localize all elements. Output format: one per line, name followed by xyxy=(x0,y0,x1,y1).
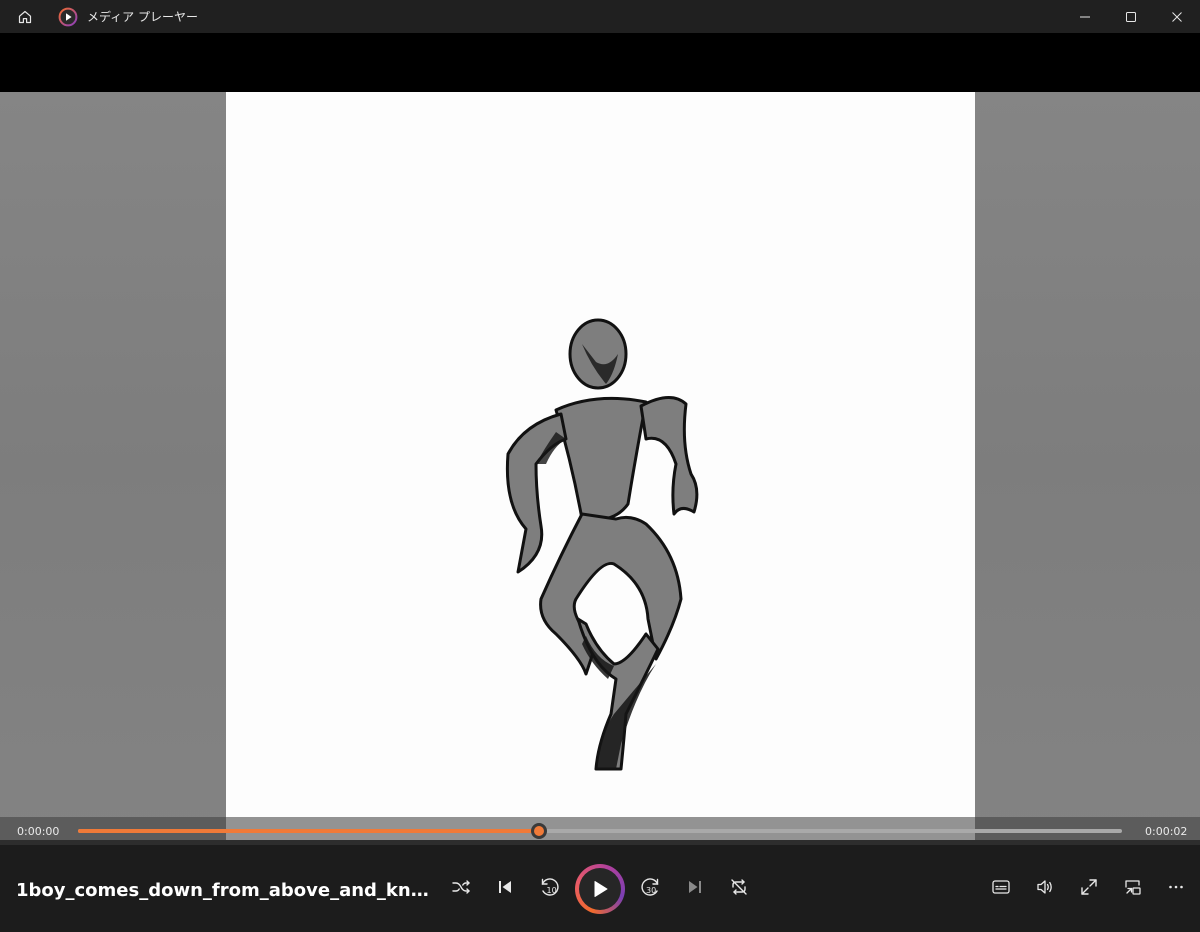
shuffle-button[interactable] xyxy=(441,867,481,907)
video-frame xyxy=(226,92,975,840)
video-viewport[interactable] xyxy=(0,33,1200,840)
minimize-icon xyxy=(1080,16,1090,17)
svg-text:30: 30 xyxy=(646,886,656,895)
media-title: 1boy_comes_down_from_above_and_kneels... xyxy=(16,880,431,901)
forward-30-icon: 30 xyxy=(641,878,659,896)
next-icon xyxy=(689,881,701,893)
more-options-button[interactable] xyxy=(1156,867,1196,907)
close-button[interactable] xyxy=(1154,0,1200,33)
captions-icon xyxy=(992,880,1010,894)
volume-icon xyxy=(1037,880,1052,894)
next-button[interactable] xyxy=(675,867,715,907)
app-title: メディア プレーヤー xyxy=(87,10,198,24)
previous-button[interactable] xyxy=(485,867,525,907)
video-backdrop-left xyxy=(0,92,226,840)
captions-button[interactable] xyxy=(981,867,1021,907)
transport-controls: 1boy_comes_down_from_above_and_kneels...… xyxy=(0,845,1200,932)
close-icon xyxy=(1172,11,1182,22)
home-icon xyxy=(18,10,32,23)
play-button-inner xyxy=(579,868,621,910)
fullscreen-icon xyxy=(1081,879,1097,895)
repeat-button[interactable] xyxy=(719,867,759,907)
maximize-icon xyxy=(1126,11,1136,22)
seek-slider[interactable] xyxy=(78,823,1122,839)
repeat-icon xyxy=(731,879,747,895)
rewind-10-icon: 10 xyxy=(541,878,559,896)
play-icon xyxy=(594,881,608,897)
minimize-button[interactable] xyxy=(1062,0,1108,33)
home-button[interactable] xyxy=(0,0,50,33)
maximize-button[interactable] xyxy=(1108,0,1154,33)
seek-bar-row: 0:00:00 0:00:02 xyxy=(0,817,1200,845)
volume-button[interactable] xyxy=(1025,867,1065,907)
shuffle-icon xyxy=(452,880,470,894)
forward-30-button[interactable]: 30 xyxy=(631,867,671,907)
previous-icon xyxy=(499,881,511,893)
seek-progress-fill xyxy=(78,829,540,833)
total-duration: 0:00:02 xyxy=(1145,825,1188,838)
title-bar: メディア プレーヤー xyxy=(0,0,1200,33)
play-button[interactable] xyxy=(575,864,625,914)
current-time: 0:00:00 xyxy=(17,825,60,838)
miniplayer-button[interactable] xyxy=(1113,867,1153,907)
rewind-10-button[interactable]: 10 xyxy=(529,867,569,907)
seek-thumb[interactable] xyxy=(531,823,548,839)
media-player-logo xyxy=(58,7,78,26)
miniplayer-icon xyxy=(1125,880,1141,895)
window-controls xyxy=(1062,0,1200,33)
video-backdrop-right xyxy=(975,92,1200,840)
fullscreen-button[interactable] xyxy=(1069,867,1109,907)
more-icon xyxy=(1169,885,1183,889)
video-figure xyxy=(505,318,699,771)
svg-text:10: 10 xyxy=(547,886,557,895)
